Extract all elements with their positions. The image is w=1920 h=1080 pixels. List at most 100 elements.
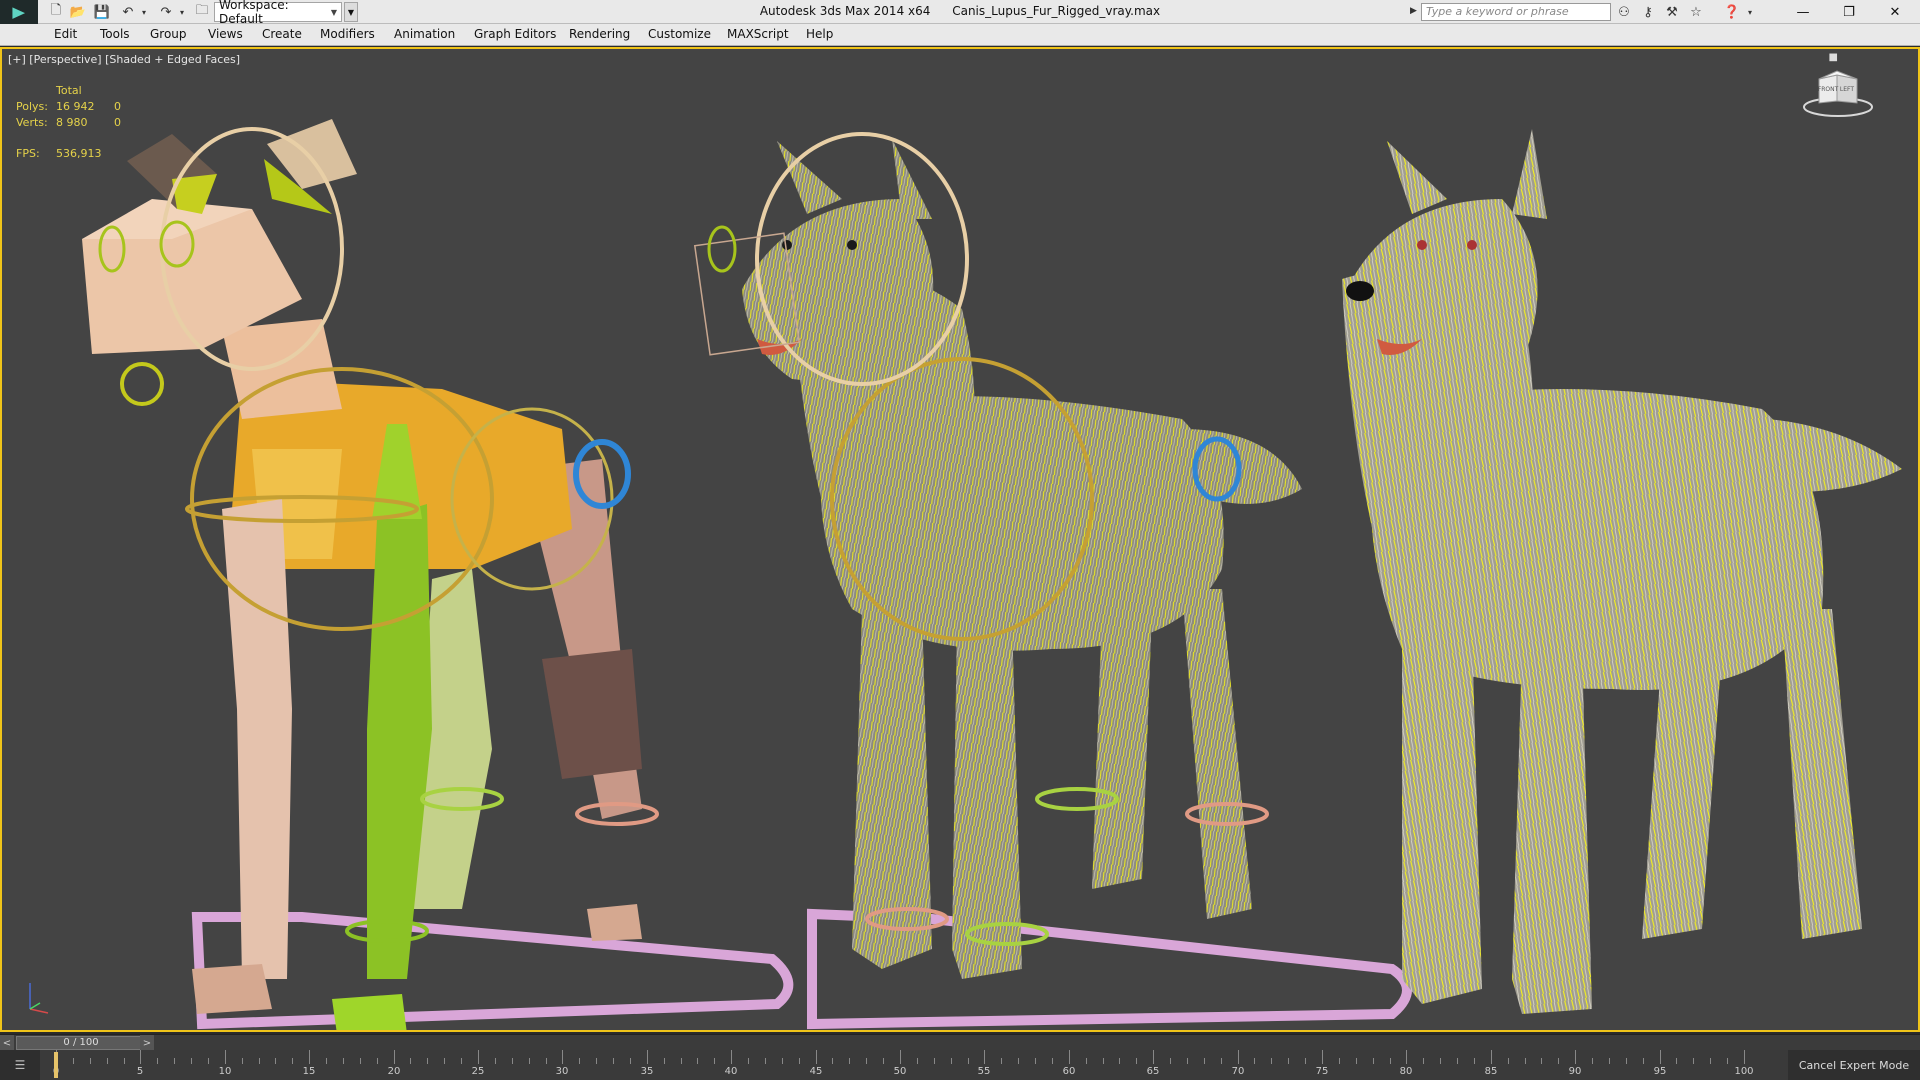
communication-center-icon[interactable]: ⚒: [1662, 3, 1682, 21]
frame-tick-label: 75: [1315, 1066, 1329, 1077]
frame-tick: [478, 1050, 479, 1064]
menu-customize[interactable]: Customize: [648, 27, 711, 41]
cancel-expert-mode-button[interactable]: Cancel Expert Mode: [1788, 1050, 1920, 1080]
app-name: Autodesk 3ds Max 2014 x64: [759, 4, 931, 18]
frame-tick: [191, 1058, 192, 1064]
frame-tick: [157, 1058, 158, 1064]
fur-rigged-model[interactable]: [693, 132, 1412, 1030]
menu-rendering[interactable]: Rendering: [569, 27, 630, 41]
time-slider-next-icon[interactable]: >: [140, 1035, 154, 1051]
frame-tick-label: 45: [809, 1066, 823, 1077]
frame-tick: [1423, 1058, 1424, 1064]
menu-edit[interactable]: Edit: [54, 27, 77, 41]
fur-final-model[interactable]: [1342, 129, 1902, 1014]
quick-access-dropdown-icon[interactable]: ▼: [344, 2, 358, 22]
frame-tick: [1035, 1058, 1036, 1064]
track-bar[interactable]: ☰ 05101520253035404550556065707580859095…: [0, 1050, 1920, 1080]
stats-fps-value: 536,913: [56, 147, 102, 160]
frame-tick-label: 90: [1568, 1066, 1582, 1077]
frame-tick: [292, 1058, 293, 1064]
app-menu-button[interactable]: ▶: [0, 0, 38, 24]
search-expand-icon[interactable]: ▶: [1410, 6, 1417, 16]
frame-tick-label: 10: [218, 1066, 232, 1077]
menu-views[interactable]: Views: [208, 27, 243, 41]
frame-tick: [714, 1058, 715, 1064]
frame-tick: [1204, 1058, 1205, 1064]
frame-tick: [512, 1058, 513, 1064]
frame-tick: [1136, 1058, 1137, 1064]
front-leg-bone-right[interactable]: [222, 499, 292, 979]
wolf-head-fur-final[interactable]: [1347, 199, 1538, 381]
restore-button[interactable]: ❐: [1826, 0, 1872, 24]
help-search-input[interactable]: Type a keyword or phrase: [1421, 3, 1611, 21]
frame-tick: [140, 1050, 141, 1064]
favorites-star-icon[interactable]: ☆: [1686, 3, 1706, 21]
lock-icon[interactable]: ■: [1829, 52, 1838, 63]
mini-curve-editor-icon[interactable]: ☰: [0, 1050, 40, 1080]
frame-tick: [1609, 1058, 1610, 1064]
project-folder-icon[interactable]: 🗀: [192, 3, 212, 21]
menu-help[interactable]: Help: [806, 27, 833, 41]
stats-polys-value: 16 942: [56, 100, 95, 113]
minimize-button[interactable]: —: [1780, 0, 1826, 24]
paw-box[interactable]: [192, 964, 272, 1014]
frame-tick: [174, 1058, 175, 1064]
frame-tick: [782, 1058, 783, 1064]
redo-dropdown-icon[interactable]: ▾: [172, 3, 192, 21]
menu-group[interactable]: Group: [150, 27, 187, 41]
binoculars-icon[interactable]: ⚇: [1614, 3, 1634, 21]
menu-maxscript[interactable]: MAXScript: [727, 27, 789, 41]
rig-proxy-model[interactable]: [82, 119, 794, 1030]
frame-tick: [394, 1050, 395, 1064]
frame-tick: [1406, 1050, 1407, 1064]
open-file-icon[interactable]: 📂: [68, 3, 88, 21]
frame-tick-label: 35: [640, 1066, 654, 1077]
viewcube[interactable]: FRONT LEFT: [1803, 67, 1873, 121]
frame-tick: [529, 1058, 530, 1064]
frame-tick: [1541, 1058, 1542, 1064]
frame-tick: [461, 1058, 462, 1064]
help-dropdown-icon[interactable]: ▾: [1740, 3, 1760, 21]
subscription-key-icon[interactable]: ⚷: [1638, 3, 1658, 21]
help-icon[interactable]: ❓: [1722, 3, 1742, 21]
frame-tick: [410, 1058, 411, 1064]
viewport-label-menu[interactable]: [+] [Perspective] [Shaded + Edged Faces]: [8, 53, 240, 66]
frame-tick: [1086, 1058, 1087, 1064]
frame-tick: [1119, 1058, 1120, 1064]
title-bar: ▶ 🗋 📂 💾 ↶ ▾ ↷ ▾ 🗀 Workspace: Default ▼ ▼…: [0, 0, 1920, 26]
perspective-viewport[interactable]: [+] [Perspective] [Shaded + Edged Faces]…: [0, 47, 1920, 1032]
time-slider-prev-icon[interactable]: <: [0, 1035, 14, 1051]
viewcube-left-face[interactable]: LEFT: [1840, 86, 1854, 93]
menu-graph-editors[interactable]: Graph Editors: [474, 27, 556, 41]
new-file-icon[interactable]: 🗋: [46, 3, 66, 21]
frame-tick: [647, 1050, 648, 1064]
frame-tick: [1558, 1058, 1559, 1064]
frame-tick: [1254, 1058, 1255, 1064]
frame-tick-label: 5: [136, 1066, 144, 1077]
scene-render[interactable]: [2, 49, 1918, 1030]
frame-tick: [1440, 1058, 1441, 1064]
time-slider-thumb[interactable]: 0 / 100: [16, 1036, 146, 1050]
save-file-icon[interactable]: 💾: [92, 3, 112, 21]
stats-verts-label: Verts:: [16, 116, 48, 129]
3dsmax-logo-icon: ▶: [12, 3, 26, 21]
stats-verts-selected: 0: [114, 116, 121, 129]
frame-tick: [427, 1058, 428, 1064]
frame-tick: [900, 1050, 901, 1064]
workspace-dropdown[interactable]: Workspace: Default ▼: [214, 0, 342, 26]
time-slider[interactable]: < 0 / 100 >: [0, 1034, 1920, 1051]
close-button[interactable]: ✕: [1872, 0, 1918, 24]
current-frame-marker[interactable]: [54, 1052, 58, 1078]
menu-create[interactable]: Create: [262, 27, 302, 41]
menu-tools[interactable]: Tools: [100, 27, 130, 41]
viewcube-front-face[interactable]: FRONT: [1818, 86, 1839, 93]
track-ruler[interactable]: 0510152025303540455055606570758085909510…: [53, 1050, 1754, 1080]
frame-tick: [309, 1050, 310, 1064]
undo-dropdown-icon[interactable]: ▾: [134, 3, 154, 21]
frame-tick: [816, 1050, 817, 1064]
frame-tick: [1170, 1058, 1171, 1064]
menu-animation[interactable]: Animation: [394, 27, 455, 41]
frame-tick: [917, 1058, 918, 1064]
menu-modifiers[interactable]: Modifiers: [320, 27, 375, 41]
frame-tick-label: 40: [724, 1066, 738, 1077]
